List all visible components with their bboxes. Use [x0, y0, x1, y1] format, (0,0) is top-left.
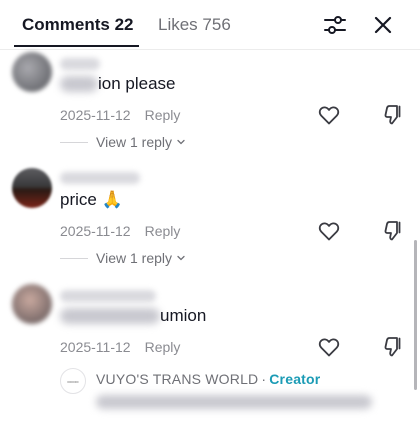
comment-meta: 2025-11-12 Reply	[60, 222, 180, 240]
divider-line	[60, 257, 88, 259]
view-replies-button[interactable]: View 1 reply	[60, 249, 186, 267]
creator-avatar[interactable]: ▭▭▭	[60, 368, 86, 394]
blurred-username	[60, 290, 156, 302]
heart-icon[interactable]	[317, 335, 341, 359]
comment-item: ion please 2025-11-12 Reply View 1 reply	[0, 50, 410, 160]
blurred-reply-text	[96, 395, 372, 409]
heart-icon[interactable]	[317, 219, 341, 243]
view-replies-label: View 1 reply	[96, 250, 173, 266]
dislike-icon[interactable]	[381, 335, 405, 359]
dislike-icon[interactable]	[381, 219, 405, 243]
comment-text: price 🙏	[60, 190, 123, 209]
reply-author[interactable]: VUYO'S TRANS WORLD	[96, 371, 258, 387]
blurred-username	[60, 58, 100, 70]
active-tab-indicator	[14, 45, 139, 47]
comment-date: 2025-11-12	[60, 339, 131, 355]
view-replies-button[interactable]: View 1 reply	[60, 133, 186, 151]
comment-meta: 2025-11-12 Reply	[60, 338, 180, 356]
filter-sliders-icon[interactable]	[322, 12, 348, 38]
reply-button[interactable]: Reply	[145, 107, 181, 123]
creator-badge: Creator	[269, 371, 321, 387]
close-icon[interactable]	[370, 12, 396, 38]
comment-meta: 2025-11-12 Reply	[60, 106, 180, 124]
reply-button[interactable]: Reply	[145, 339, 181, 355]
heart-icon[interactable]	[317, 103, 341, 127]
comment-date: 2025-11-12	[60, 223, 131, 239]
reply-author-line: VUYO'S TRANS WORLD · Creator	[96, 370, 320, 388]
avatar[interactable]	[12, 168, 52, 208]
comment-date: 2025-11-12	[60, 107, 131, 123]
scrollbar[interactable]	[414, 240, 417, 390]
comments-header: Comments 22 Likes 756	[0, 0, 420, 50]
blurred-text	[60, 76, 98, 92]
avatar[interactable]	[12, 284, 52, 324]
tab-likes[interactable]: Likes 756	[158, 14, 231, 36]
view-replies-label: View 1 reply	[96, 134, 173, 150]
comment-text: ion please	[98, 74, 176, 93]
avatar[interactable]	[12, 52, 52, 92]
comment-item: price 🙏 2025-11-12 Reply View 1 reply	[0, 166, 410, 276]
comment-item: umion 2025-11-12 Reply ▭▭▭ VUYO'S TRANS W…	[0, 282, 410, 423]
blurred-text	[60, 308, 160, 324]
separator-dot: ·	[261, 371, 267, 387]
reply-button[interactable]: Reply	[145, 223, 181, 239]
chevron-down-icon	[177, 139, 185, 145]
blurred-username	[60, 172, 140, 184]
comment-text: umion	[160, 306, 207, 325]
chevron-down-icon	[177, 255, 185, 261]
tab-comments[interactable]: Comments 22	[22, 14, 133, 36]
divider-line	[60, 141, 88, 143]
dislike-icon[interactable]	[381, 103, 405, 127]
